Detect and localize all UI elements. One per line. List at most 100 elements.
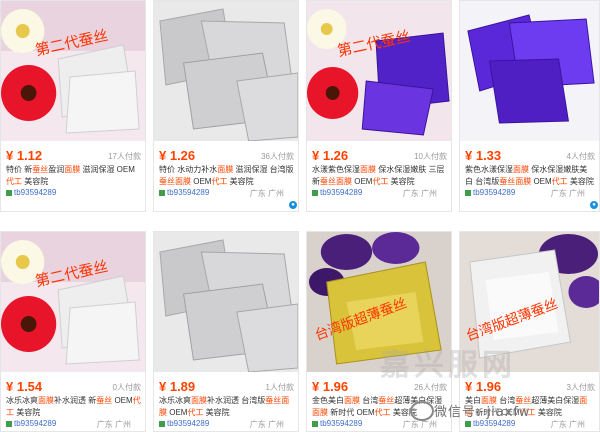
- product-card[interactable]: 第二代蚕丝 ¥ 1.54 0人付款 冰乐冰爽面膜补水润透 新蚕丝 OEM代工 美…: [0, 231, 146, 432]
- title-keyword: 蚕丝: [378, 396, 395, 405]
- title-keyword: 面膜: [38, 396, 54, 405]
- title-keyword: 面膜: [513, 165, 529, 174]
- title-keyword: 代工: [551, 177, 568, 186]
- title-text: 冰乐冰爽: [6, 396, 38, 405]
- title-text: 冰乐冰爽: [159, 396, 191, 405]
- title-text: 水漾紫色保湿: [312, 165, 360, 174]
- price: ¥ 1.33: [465, 148, 502, 163]
- title-text: 台湾: [360, 396, 379, 405]
- title-keyword: 代工: [372, 177, 389, 186]
- sales-count: 17人付款: [108, 152, 141, 161]
- shop-icon: [465, 190, 471, 196]
- location: 广东 广州: [249, 420, 284, 429]
- title-keyword: 面膜: [344, 396, 360, 405]
- shop-link[interactable]: tb93594289: [473, 188, 515, 197]
- title-text: 美容院: [388, 177, 415, 186]
- shop-icon: [6, 421, 12, 427]
- sales-count: 3人付款: [566, 383, 595, 392]
- title-keyword: 面膜: [360, 165, 376, 174]
- title-text: 滋润保湿 台湾版: [233, 165, 294, 174]
- title-text: 特价 新: [6, 165, 33, 174]
- title-text: 补水润透 台湾版: [207, 396, 266, 405]
- red-flower-icon: [1, 65, 57, 121]
- product-title[interactable]: 冰乐冰爽面膜补水润透 台湾版蚕丝面膜 OEM代工 美容院: [159, 395, 294, 419]
- title-text: 美容院: [227, 177, 254, 186]
- price: ¥ 1.26: [159, 148, 196, 163]
- faded-watermark: 嘉兴服网: [380, 348, 516, 383]
- title-text: 特价 水动力补水: [159, 165, 218, 174]
- title-keyword: 蚕丝: [159, 177, 175, 186]
- title-keyword: 蚕丝: [32, 165, 49, 174]
- title-text: 紫色水漾保湿: [465, 165, 513, 174]
- shop-icon: [159, 421, 165, 427]
- shop-link[interactable]: tb93594289: [320, 188, 362, 197]
- product-title[interactable]: 特价 新蚕丝盈润面膜 滋润保湿 OEM 代工 美容院: [6, 164, 141, 188]
- product-title[interactable]: 水漾紫色保湿面膜 保水保湿嫩肤 三层新蚕丝面膜 OEM代工 美容院: [312, 164, 447, 188]
- shop-link[interactable]: tb93594289: [167, 188, 209, 197]
- title-text: 美容院: [14, 408, 41, 417]
- product-image[interactable]: 第二代蚕丝: [1, 1, 145, 141]
- shop-link[interactable]: tb93594289: [167, 419, 209, 428]
- sales-count: 1人付款: [265, 383, 294, 392]
- red-flower-icon: [1, 296, 57, 352]
- title-keyword: 蚕丝: [96, 396, 113, 405]
- product-title[interactable]: 特价 水动力补水面膜 滋润保湿 台湾版蚕丝面膜 OEM代工 美容院: [159, 164, 294, 188]
- watermark-text: 微信号: jiaxfw: [434, 405, 531, 420]
- product-card[interactable]: ¥ 1.33 4人付款 紫色水漾保湿面膜 保水保湿嫩肤美白 台湾版蚕丝面膜 OE…: [459, 0, 600, 212]
- product-image[interactable]: [460, 1, 599, 141]
- product-card[interactable]: ¥ 1.89 1人付款 冰乐冰爽面膜补水润透 台湾版蚕丝面膜 OEM代工 美容院…: [153, 231, 299, 432]
- product-card[interactable]: 第二代蚕丝 ¥ 1.12 17人付款 特价 新蚕丝盈润面膜 滋润保湿 OEM 代工…: [0, 0, 146, 212]
- price: ¥ 1.26: [312, 148, 349, 163]
- chat-icon[interactable]: ●: [289, 201, 297, 209]
- title-keyword: 代工: [211, 177, 228, 186]
- shop-icon: [6, 190, 12, 196]
- title-keyword: 面膜: [64, 165, 81, 174]
- product-title[interactable]: 紫色水漾保湿面膜 保水保湿嫩肤美白 台湾版蚕丝面膜 OEM代工 美容院: [465, 164, 595, 188]
- title-keyword: 丝: [328, 177, 336, 186]
- product-card[interactable]: 第二代蚕丝 ¥ 1.26 10人付款 水漾紫色保湿面膜 保水保湿嫩肤 三层新蚕丝…: [306, 0, 452, 212]
- title-text: 滋润保湿 OEM: [80, 165, 135, 174]
- title-text: 金色美白: [312, 396, 344, 405]
- title-keyword: 蚕丝: [499, 177, 516, 186]
- title-keyword: 代工: [187, 408, 204, 417]
- title-keyword: 面膜: [336, 177, 352, 186]
- title-text: OEM: [531, 177, 552, 186]
- title-text: 美容院: [22, 177, 49, 186]
- title-keyword: 面膜: [312, 408, 328, 417]
- location: 广东 广州: [249, 189, 284, 198]
- shop-link[interactable]: tb93594289: [320, 419, 362, 428]
- product-image[interactable]: [154, 232, 298, 372]
- title-keyword: 代工: [374, 408, 391, 417]
- price: ¥ 1.96: [312, 379, 349, 394]
- price: ¥ 1.54: [6, 379, 43, 394]
- location: 广东 广州: [96, 420, 131, 429]
- title-keyword: 蚕: [320, 177, 328, 186]
- product-image[interactable]: [154, 1, 298, 141]
- title-text: 盈润: [48, 165, 65, 174]
- product-card[interactable]: ¥ 1.26 36人付款 特价 水动力补水面膜 滋润保湿 台湾版蚕丝面膜 OEM…: [153, 0, 299, 212]
- shop-link[interactable]: tb93594289: [14, 419, 56, 428]
- red-flower-icon: [307, 67, 359, 119]
- title-keyword: 面膜: [217, 165, 234, 174]
- location: 广东 广州: [550, 189, 585, 198]
- title-keyword: 代工: [6, 177, 22, 186]
- shop-icon: [312, 421, 318, 427]
- title-text: OEM: [112, 396, 133, 405]
- chat-icon[interactable]: ●: [590, 201, 598, 209]
- title-text: 补水润透 新: [54, 396, 97, 405]
- product-title[interactable]: 冰乐冰爽面膜补水润透 新蚕丝 OEM代工 美容院: [6, 395, 141, 419]
- title-text: OEM: [191, 177, 212, 186]
- title-keyword: 面膜: [175, 177, 191, 186]
- sales-count: 0人付款: [112, 383, 141, 392]
- product-grid: 第二代蚕丝 ¥ 1.12 17人付款 特价 新蚕丝盈润面膜 滋润保湿 OEM代工…: [0, 0, 600, 432]
- product-image[interactable]: 第二代蚕丝: [1, 232, 145, 372]
- shop-icon: [159, 190, 165, 196]
- title-text: OEM: [167, 408, 188, 417]
- sales-count: 4人付款: [566, 152, 595, 161]
- wechat-icon: [410, 401, 434, 421]
- shop-link[interactable]: tb93594289: [14, 188, 56, 197]
- title-text: 美容院: [203, 408, 230, 417]
- product-image[interactable]: 第二代蚕丝: [307, 1, 451, 141]
- price: ¥ 1.12: [6, 148, 43, 163]
- title-text: 美容院: [567, 177, 594, 186]
